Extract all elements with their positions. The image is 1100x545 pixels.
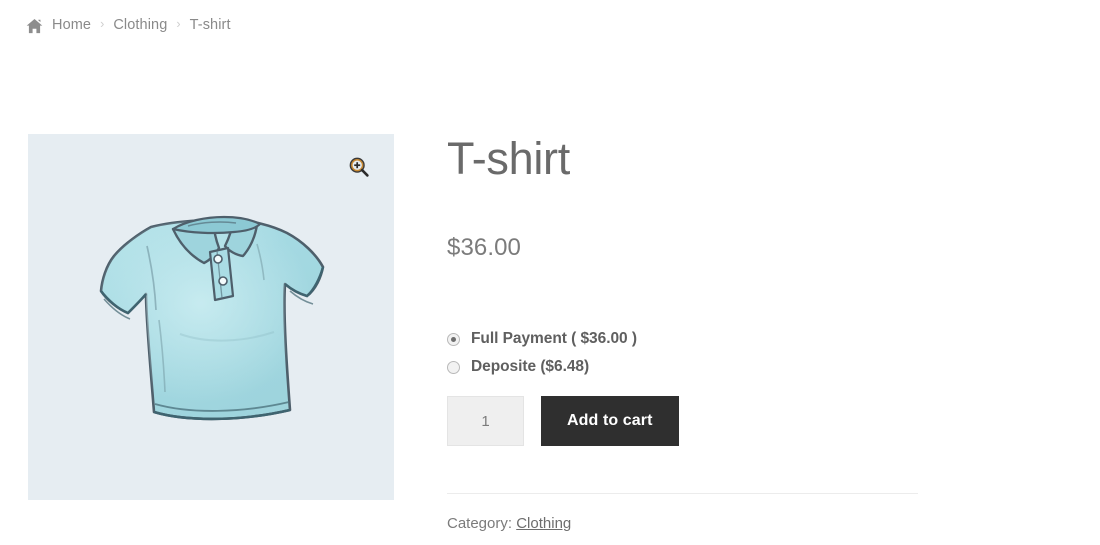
magnifier-plus-icon[interactable] xyxy=(348,156,370,178)
payment-plan-options: Full Payment ( $36.00 ) Deposite ($6.48) xyxy=(447,330,637,386)
breadcrumb-current-tshirt: T-shirt xyxy=(189,17,231,33)
breadcrumb-separator: › xyxy=(176,17,181,31)
product-summary: T-shirt $36.00 Full Payment ( $36.00 ) D… xyxy=(447,133,919,532)
breadcrumb-separator: › xyxy=(100,17,105,31)
product-price: $36.00 xyxy=(447,234,522,261)
breadcrumb-link-clothing[interactable]: Clothing xyxy=(113,17,167,33)
payment-option-full[interactable]: Full Payment ( $36.00 ) xyxy=(447,330,637,348)
product-image-gallery[interactable] xyxy=(28,134,394,500)
category-label: Category: xyxy=(447,515,513,532)
product-image-tshirt xyxy=(99,215,325,421)
radio-full-payment[interactable] xyxy=(447,332,460,346)
product-meta-category: Category: Clothing xyxy=(447,515,571,532)
category-link-clothing[interactable]: Clothing xyxy=(516,515,571,532)
breadcrumb: Home › Clothing › T-shirt xyxy=(26,17,231,34)
add-to-cart-form: Add to cart xyxy=(447,396,679,446)
payment-option-deposit[interactable]: Deposite ($6.48) xyxy=(447,358,637,376)
breadcrumb-link-home[interactable]: Home xyxy=(52,17,91,33)
add-to-cart-button[interactable]: Add to cart xyxy=(541,396,679,446)
payment-option-deposit-label: Deposite ($6.48) xyxy=(471,358,590,375)
quantity-input[interactable] xyxy=(447,396,524,446)
payment-option-full-label: Full Payment ( $36.00 ) xyxy=(471,330,637,347)
home-icon[interactable] xyxy=(26,18,43,34)
meta-divider xyxy=(447,493,918,494)
radio-deposit[interactable] xyxy=(447,360,460,374)
page-title: T-shirt xyxy=(447,133,570,184)
